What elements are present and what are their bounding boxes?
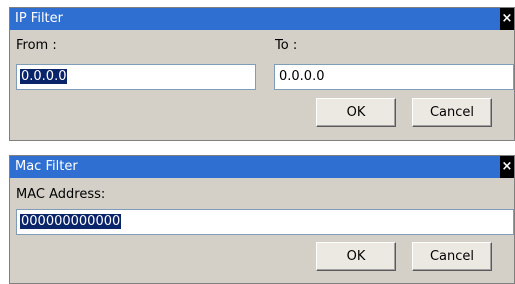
from-ip-value: 0.0.0.0 xyxy=(20,69,68,84)
mac-filter-title: Mac Filter xyxy=(15,159,78,174)
ip-filter-titlebar[interactable]: IP Filter × xyxy=(10,8,514,30)
mac-address-label: MAC Address: xyxy=(16,187,106,202)
to-ip-value: 0.0.0.0 xyxy=(279,69,325,84)
ip-filter-dialog: IP Filter × From : 0.0.0.0 To : 0.0.0.0 … xyxy=(9,7,515,141)
ip-ok-button[interactable]: OK xyxy=(316,98,396,127)
close-icon[interactable]: × xyxy=(500,156,514,178)
ip-filter-title: IP Filter xyxy=(15,11,64,26)
mac-ok-button[interactable]: OK xyxy=(316,242,396,271)
from-ip-input[interactable]: 0.0.0.0 xyxy=(16,64,256,90)
mac-filter-dialog: Mac Filter × MAC Address: 000000000000 O… xyxy=(9,155,515,284)
mac-cancel-button[interactable]: Cancel xyxy=(412,242,492,271)
to-label: To : xyxy=(275,38,298,53)
to-ip-input[interactable]: 0.0.0.0 xyxy=(274,64,514,90)
mac-filter-titlebar[interactable]: Mac Filter × xyxy=(10,156,514,178)
close-icon[interactable]: × xyxy=(500,8,514,30)
mac-address-input[interactable]: 000000000000 xyxy=(16,209,514,235)
mac-address-value: 000000000000 xyxy=(20,214,122,229)
from-label: From : xyxy=(16,38,57,53)
ip-cancel-button[interactable]: Cancel xyxy=(412,98,492,127)
